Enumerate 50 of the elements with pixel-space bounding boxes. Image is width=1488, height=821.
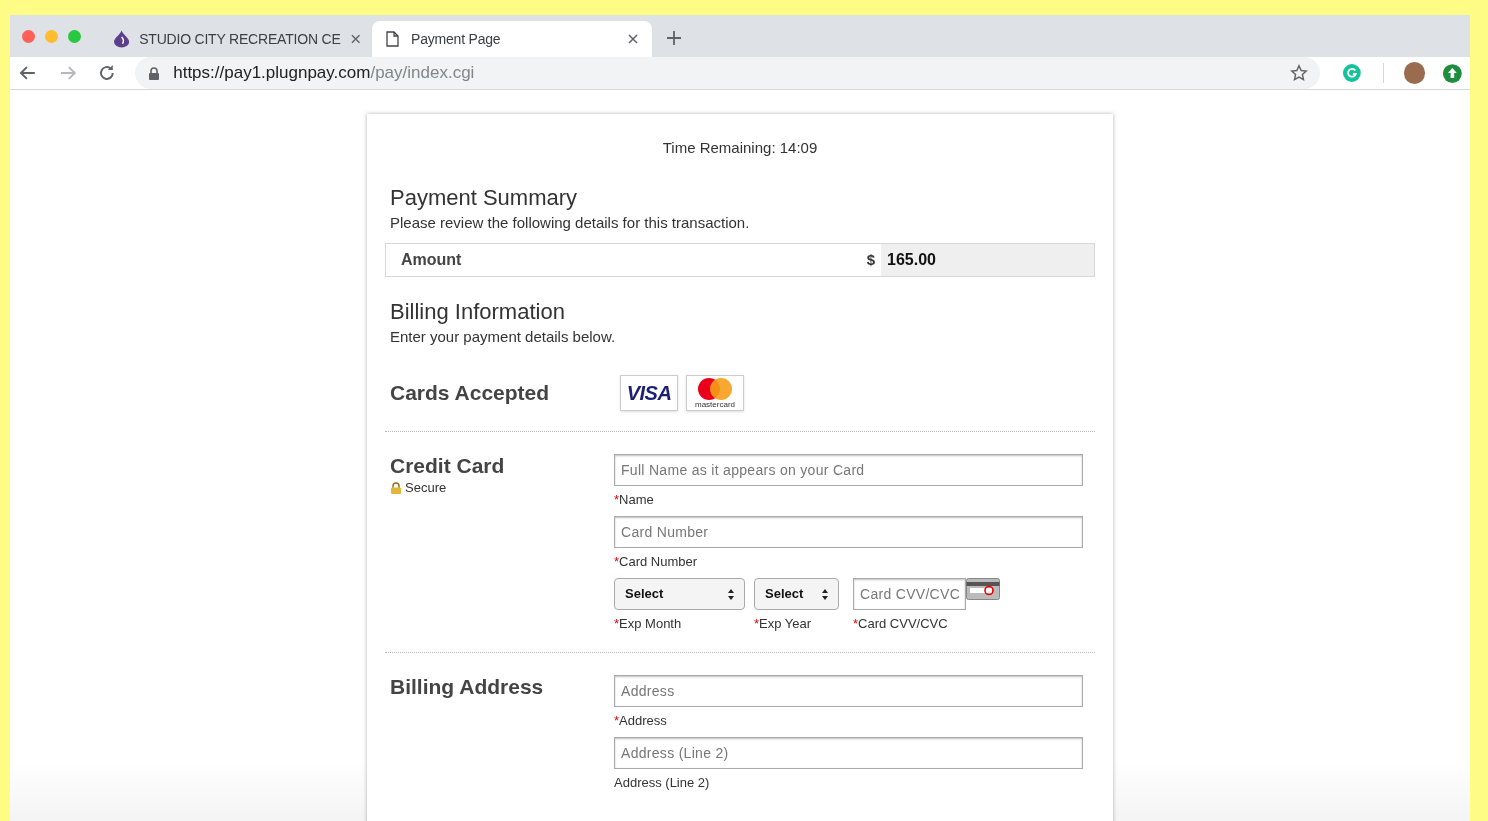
plus-icon — [666, 30, 682, 46]
section-heading: Billing Address — [390, 675, 545, 699]
new-tab-button[interactable] — [664, 28, 684, 48]
input-field[interactable]: Card Number — [614, 516, 1083, 548]
input-field[interactable]: Address — [614, 675, 1083, 707]
browser-tab[interactable]: Payment Page — [372, 21, 652, 57]
field-label: *Card CVV/CVC — [853, 616, 949, 632]
profile-avatar[interactable] — [1403, 62, 1426, 84]
lock-icon — [149, 66, 160, 80]
url-text: https://pay1.plugnpay.com/pay/index.cgi — [173, 62, 475, 85]
time-remaining-text: Time Remaining: 14:09 — [662, 139, 818, 156]
select-dropdown[interactable]: Select — [754, 578, 839, 610]
document-icon — [386, 31, 399, 47]
mastercard-logo: mastercard — [686, 375, 744, 411]
input-field[interactable]: Card CVV/CVC — [853, 578, 966, 610]
updown-arrow-icon — [728, 588, 734, 600]
input-field[interactable]: Address (Line 2) — [614, 737, 1083, 769]
section-subtitle: Please review the following details for this transaction. — [390, 213, 751, 233]
field-label: Address (Line 2) — [614, 775, 711, 791]
padlock-icon — [390, 481, 402, 494]
close-icon[interactable] — [350, 34, 360, 44]
field-label: *Exp Month — [614, 616, 683, 632]
currency-symbol: $ — [866, 249, 875, 270]
section-heading: Credit Card — [390, 454, 506, 478]
card-back-icon — [966, 578, 1000, 600]
section-title: Payment Summary — [390, 184, 579, 212]
field-label: *Card Number — [614, 554, 699, 570]
grammar-extension-icon[interactable] — [1342, 64, 1361, 82]
address-bar[interactable]: https://pay1.plugnpay.com/pay/index.cgi — [135, 57, 1320, 89]
section-heading: Cards Accepted — [390, 380, 551, 407]
close-window-button[interactable] — [22, 29, 35, 43]
upload-extension-icon[interactable] — [1443, 63, 1462, 83]
browser-tab[interactable]: STUDIO CITY RECREATION CE — [102, 21, 372, 57]
input-field[interactable]: Full Name as it appears on your Card — [614, 454, 1083, 486]
drop-logo-icon — [114, 30, 130, 48]
section-subtitle: Enter your payment details below. — [390, 327, 617, 347]
tab-title: STUDIO CITY RECREATION CE — [139, 29, 341, 49]
field-label: *Name — [614, 492, 655, 508]
visa-logo: VISA — [620, 375, 678, 411]
updown-arrow-icon — [822, 588, 828, 600]
field-label: *Address — [614, 713, 668, 729]
select-dropdown[interactable]: Select — [614, 578, 745, 610]
field-label: *Exp Year — [754, 616, 813, 632]
close-icon[interactable] — [628, 34, 638, 44]
secure-label: Secure — [405, 479, 447, 497]
amount-value: 165.00 — [881, 244, 1094, 276]
section-title: Billing Information — [390, 298, 566, 326]
amount-label: Amount — [401, 250, 462, 270]
tab-title: Payment Page — [411, 29, 502, 49]
star-icon[interactable] — [1289, 64, 1308, 82]
